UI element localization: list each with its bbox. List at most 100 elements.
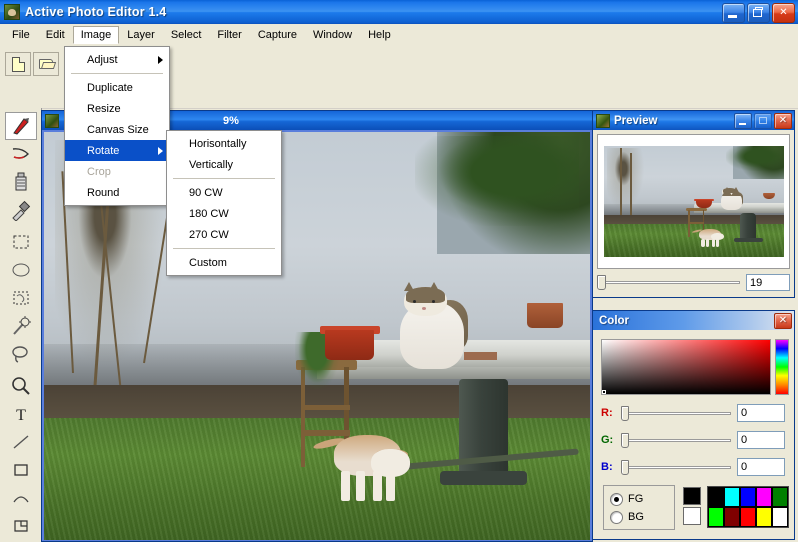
preview-title: Preview	[614, 114, 658, 127]
ellipse-select-tool[interactable]	[5, 256, 37, 284]
blue-slider[interactable]	[621, 459, 733, 476]
brush-tool[interactable]	[5, 140, 37, 168]
radio-dot	[610, 492, 623, 506]
menu-item-adjust[interactable]: Adjust	[65, 49, 169, 70]
green-slider[interactable]	[621, 432, 733, 449]
preview-thumbnail	[603, 145, 784, 258]
submenu-item-90-cw[interactable]: 90 CW	[167, 182, 281, 203]
menu-item-label: Vertically	[189, 158, 234, 171]
color-gradient-picker[interactable]	[601, 339, 771, 395]
menu-select[interactable]: Select	[163, 26, 210, 44]
preview-close-button[interactable]: ✕	[774, 113, 792, 129]
submenu-item-180-cw[interactable]: 180 CW	[167, 203, 281, 224]
menu-item-label: Custom	[189, 256, 227, 269]
submenu-item-horisontally[interactable]: Horisontally	[167, 133, 281, 154]
green-channel-row: G: 0	[601, 430, 789, 450]
polygon-tool[interactable]	[5, 512, 37, 540]
new-document-button[interactable]	[5, 52, 31, 76]
menu-image[interactable]: Image	[72, 26, 120, 44]
menu-item-label: Adjust	[87, 53, 118, 66]
preview-slider-row: 19	[597, 273, 790, 292]
menu-item-round[interactable]: Round	[65, 182, 169, 203]
open-document-button[interactable]	[33, 52, 59, 76]
menu-item-rotate[interactable]: Rotate	[65, 140, 169, 161]
red-slider[interactable]	[621, 405, 733, 422]
curve-tool[interactable]	[5, 538, 37, 542]
palette-swatch[interactable]	[740, 487, 756, 507]
zoom-tool[interactable]	[5, 372, 37, 400]
menu-help[interactable]: Help	[360, 26, 399, 44]
main-titlebar: Active Photo Editor 1.4 ✕	[0, 0, 798, 24]
menu-separator	[173, 178, 275, 179]
menu-file[interactable]: File	[4, 26, 38, 44]
color-titlebar: Color ✕	[593, 311, 794, 330]
submenu-item-270-cw[interactable]: 270 CW	[167, 224, 281, 245]
menu-item-label: Rotate	[87, 144, 120, 157]
slider-thumb[interactable]	[621, 405, 629, 421]
radio-dot	[610, 510, 623, 524]
menu-item-resize[interactable]: Resize	[65, 98, 169, 119]
palette-swatch[interactable]	[724, 507, 740, 527]
close-button[interactable]: ✕	[772, 3, 795, 23]
palette-swatch[interactable]	[756, 507, 772, 527]
preview-value-field[interactable]: 19	[746, 274, 790, 291]
rectangle-tool[interactable]	[5, 456, 37, 484]
menu-window[interactable]: Window	[305, 26, 360, 44]
slider-thumb[interactable]	[597, 275, 606, 290]
restore-button[interactable]	[747, 3, 770, 23]
pointer-pen-tool[interactable]	[5, 112, 37, 140]
menu-separator	[173, 248, 275, 249]
lasso-tool[interactable]	[5, 340, 37, 368]
slider-thumb[interactable]	[621, 432, 629, 448]
palette-swatch[interactable]	[708, 507, 724, 527]
magic-wand-tool[interactable]	[5, 312, 37, 340]
hue-strip[interactable]	[775, 339, 789, 395]
red-label: R:	[601, 407, 613, 419]
background-color-swatch[interactable]	[683, 507, 701, 525]
menu-edit[interactable]: Edit	[38, 26, 73, 44]
preview-window: Preview ✕ 19	[592, 110, 795, 298]
submenu-item-custom[interactable]: Custom	[167, 252, 281, 273]
arc-tool[interactable]	[5, 484, 37, 512]
foreground-color-swatch[interactable]	[683, 487, 701, 505]
freehand-select-tool[interactable]	[5, 284, 37, 312]
preview-image-area	[597, 134, 790, 269]
blue-value-field[interactable]: 0	[737, 458, 785, 476]
fg-radio[interactable]: FG	[610, 490, 674, 508]
preview-slider[interactable]	[597, 274, 743, 291]
menu-item-duplicate[interactable]: Duplicate	[65, 77, 169, 98]
color-palette	[707, 486, 789, 528]
color-close-button[interactable]: ✕	[774, 313, 792, 329]
line-tool[interactable]	[5, 428, 37, 456]
preview-minimize-button[interactable]	[734, 113, 752, 129]
bg-label: BG	[628, 511, 644, 523]
fg-bg-group: FG BG	[603, 485, 675, 530]
slider-thumb[interactable]	[621, 459, 629, 475]
palette-swatch[interactable]	[708, 487, 724, 507]
rectangle-select-tool[interactable]	[5, 228, 37, 256]
bg-radio[interactable]: BG	[610, 508, 674, 526]
minimize-button[interactable]	[722, 3, 745, 23]
submenu-item-vertically[interactable]: Vertically	[167, 154, 281, 175]
menu-item-label: Horisontally	[189, 137, 247, 150]
palette-swatch[interactable]	[756, 487, 772, 507]
menu-item-label: 90 CW	[189, 186, 223, 199]
menu-filter[interactable]: Filter	[209, 26, 249, 44]
palette-swatch[interactable]	[740, 507, 756, 527]
menu-layer[interactable]: Layer	[119, 26, 163, 44]
spray-can-tool[interactable]	[5, 168, 37, 196]
menu-item-label: Crop	[87, 165, 111, 178]
palette-swatch[interactable]	[772, 487, 788, 507]
text-tool[interactable]: T	[5, 400, 37, 428]
cat-on-grass	[312, 430, 410, 501]
chevron-right-icon	[158, 146, 163, 155]
palette-swatch[interactable]	[724, 487, 740, 507]
red-value-field[interactable]: 0	[737, 404, 785, 422]
menu-item-canvas-size[interactable]: Canvas Size	[65, 119, 169, 140]
menu-capture[interactable]: Capture	[250, 26, 305, 44]
preview-maximize-button[interactable]	[754, 113, 772, 129]
menu-item-label: Round	[87, 186, 120, 199]
green-value-field[interactable]: 0	[737, 431, 785, 449]
palette-swatch[interactable]	[772, 507, 788, 527]
eyedropper-tool[interactable]	[5, 196, 37, 224]
